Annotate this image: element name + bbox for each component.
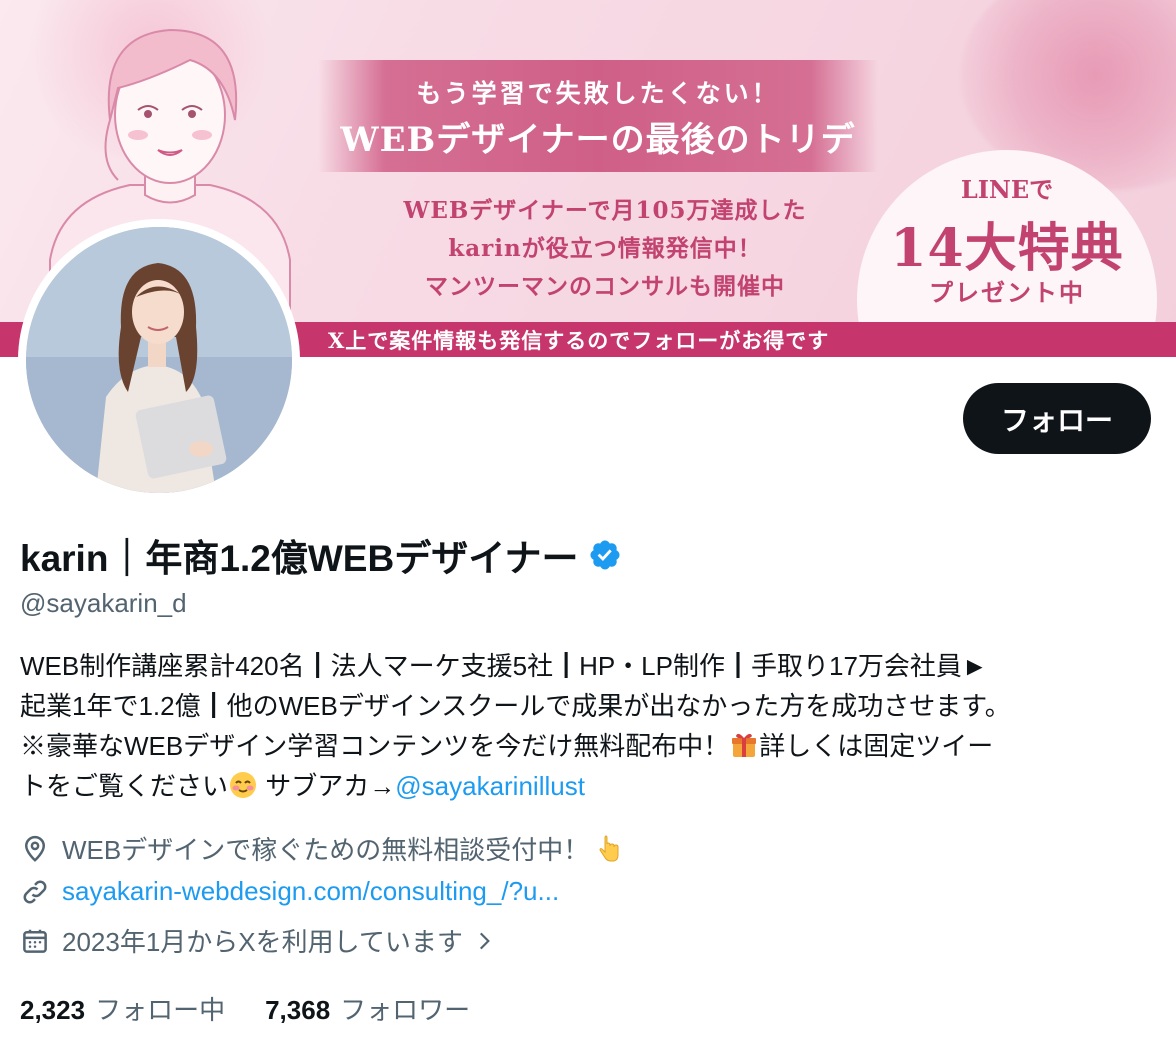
profile-joined[interactable]: 2023年1月からXを利用しています	[20, 922, 509, 959]
profile-avatar[interactable]	[18, 219, 300, 501]
profile-website: sayakarin-webdesign.com/consulting_/?u..…	[20, 876, 559, 907]
display-name: karin｜年商1.2億WEBデザイナー	[20, 538, 579, 579]
following-stat[interactable]: 2,323 フォロー中	[20, 990, 225, 1027]
followers-stat[interactable]: 7,368 フォロワー	[265, 990, 470, 1027]
smiling-face-icon	[230, 772, 257, 798]
link-icon	[23, 880, 47, 903]
profile-bio: WEB制作講座累計420名┃法人マーケ支援5社┃HP・LP制作┃手取り17万会社…	[20, 646, 1150, 806]
banner-promo-line: WEBデザイナーで月105万達成した	[403, 197, 807, 224]
bio-line: WEB制作講座累計420名┃法人マーケ支援5社┃HP・LP制作┃手取り17万会社…	[20, 651, 988, 681]
following-label: フォロー中	[95, 995, 226, 1025]
chevron-right-icon	[479, 932, 490, 949]
bio-text: トをご覧ください	[20, 771, 229, 801]
line-offer-title: 14大特典	[890, 218, 1124, 279]
verified-badge-icon[interactable]	[588, 538, 622, 572]
followers-label: フォロワー	[340, 995, 471, 1025]
followers-count: 7,368	[265, 995, 331, 1025]
pointing-down-icon	[599, 834, 619, 861]
subaccount-mention-link[interactable]: @sayakarinillust	[395, 771, 585, 801]
banner-headline: WEBデザイナーの最後のトリデ	[340, 120, 856, 160]
avatar-photo	[26, 227, 292, 493]
bio-text: ※豪華なWEBデザイン学習コンテンツを今だけ無料配布中！	[20, 731, 730, 761]
following-count: 2,323	[20, 995, 86, 1025]
follow-button[interactable]: フォロー	[963, 383, 1151, 454]
website-link[interactable]: sayakarin-webdesign.com/consulting_/?u..…	[62, 876, 559, 907]
bio-line: トをご覧ください サブアカ→@sayakarinillust	[20, 766, 1150, 806]
joined-text: 2023年1月からXを利用しています	[62, 927, 463, 957]
bio-line: 起業1年で1.2億┃他のWEBデザインスクールで成果が出なかった方を成功させます…	[20, 691, 1011, 721]
banner-strip-text: X上で案件情報も発信するのでフォローがお得です	[328, 328, 830, 353]
bio-text: サブアカ→	[258, 771, 396, 801]
line-offer-bottom: プレゼント中	[929, 278, 1085, 307]
banner-promo-line: マンツーマンのコンサルも開催中	[425, 273, 785, 300]
gift-icon	[732, 733, 757, 757]
avatar-portrait-graphic	[26, 227, 292, 493]
calendar-icon	[23, 929, 47, 953]
bio-line: ※豪華なWEBデザイン学習コンテンツを今だけ無料配布中！ 詳しくは固定ツイー	[20, 726, 1150, 766]
location-text: WEBデザインで稼ぐための無料相談受付中！	[62, 835, 590, 865]
banner-promo-text: WEBデザイナーで月105万達成した karinが役立つ情報発信中！ マンツーマ…	[360, 192, 850, 306]
bio-text: 詳しくは固定ツイー	[759, 731, 994, 761]
follow-stats: 2,323 フォロー中 7,368 フォロワー	[20, 990, 510, 1027]
profile-handle: @sayakarin_d	[20, 588, 187, 618]
banner-subheadline: もう学習で失敗したくない！	[416, 79, 780, 108]
profile-location: WEBデザインで稼ぐための無料相談受付中！	[20, 830, 635, 867]
banner-headline-ribbon: もう学習で失敗したくない！ WEBデザイナーの最後のトリデ	[318, 60, 878, 172]
line-offer-top: LINEで	[960, 175, 1054, 204]
profile-name-row: karin｜年商1.2億WEBデザイナー	[20, 528, 622, 582]
location-pin-icon	[24, 835, 46, 862]
banner-promo-line: karinが役立つ情報発信中！	[448, 235, 762, 262]
